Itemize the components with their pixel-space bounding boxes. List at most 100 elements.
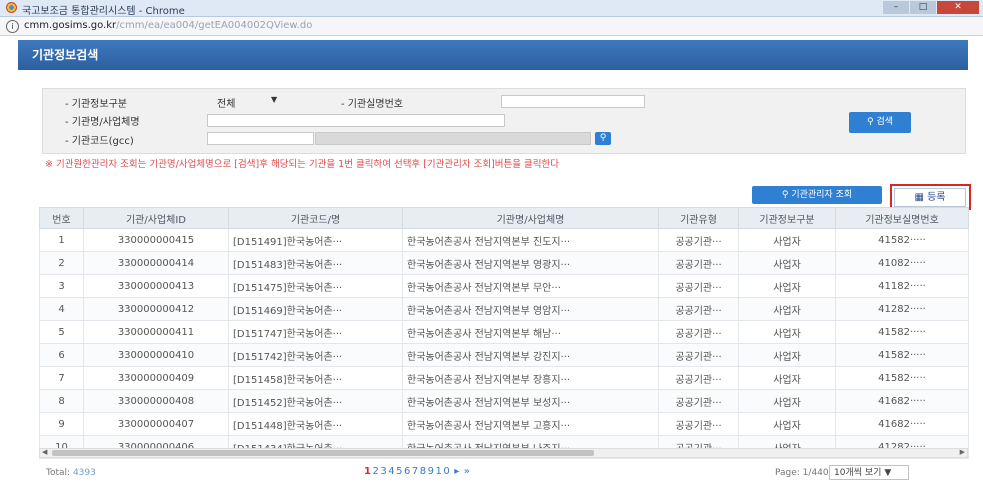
scrollbar-thumb[interactable] <box>52 450 594 456</box>
chevron-down-icon[interactable]: ▼ <box>271 95 277 104</box>
table-cell: 사업자 <box>738 297 836 321</box>
search-button[interactable]: ⚲ 검색 <box>849 112 911 133</box>
table-cell: [D151469]한국농어촌··· <box>228 297 403 321</box>
table-cell: 7 <box>39 366 84 390</box>
name-label: - 기관명/사업체명 <box>65 117 140 128</box>
browser-titlebar: 국고보조금 통합관리시스템 - Chrome – □ ✕ <box>0 0 983 17</box>
table-cell: 41582····· <box>835 366 969 390</box>
table-cell: 330000000415 <box>83 228 229 252</box>
table-cell: [D151483]한국농어촌··· <box>228 251 403 275</box>
table-cell: 330000000410 <box>83 343 229 367</box>
register-button[interactable]: ▦ 등록 <box>894 188 966 207</box>
table-cell: 41582····· <box>835 228 969 252</box>
table-cell: 사업자 <box>738 366 836 390</box>
page-link-7[interactable]: 7 <box>412 466 420 477</box>
table-cell: 사업자 <box>738 251 836 275</box>
page-link-5[interactable]: 5 <box>396 466 404 477</box>
table-cell: 2 <box>39 251 84 275</box>
col-header-type[interactable]: 기관유형 <box>658 207 739 229</box>
calendar-icon: ▦ <box>914 192 924 203</box>
table-cell: 8 <box>39 389 84 413</box>
table-cell: 사업자 <box>738 320 836 344</box>
minimize-button[interactable]: – <box>883 1 909 14</box>
table-cell: 330000000411 <box>83 320 229 344</box>
window-controls: – □ ✕ <box>883 1 979 14</box>
page-next-icon[interactable]: ▸ <box>454 466 461 477</box>
admin-lookup-button[interactable]: ⚲ 기관관리자 조회 <box>752 186 882 204</box>
table-cell: 사업자 <box>738 343 836 367</box>
admin-lookup-label: 기관관리자 조회 <box>791 190 853 200</box>
table-row[interactable]: 5 330000000411 [D151747]한국농어촌··· 한국농어촌공사 전남… <box>39 320 969 344</box>
total-label: Total: <box>46 468 71 478</box>
info-icon[interactable]: i <box>6 20 19 33</box>
page-last-icon[interactable]: » <box>464 466 472 477</box>
scroll-left-icon[interactable]: ◀ <box>42 448 47 456</box>
close-window-button[interactable]: ✕ <box>937 1 979 14</box>
table-cell: 330000000409 <box>83 366 229 390</box>
table-cell: 3 <box>39 274 84 298</box>
page-link-8[interactable]: 8 <box>420 466 428 477</box>
name-input[interactable] <box>207 114 505 127</box>
table-cell: 한국농어촌공사 전남지역본부 해남··· <box>402 320 659 344</box>
search-panel: - 기관정보구분 전체 ▼ - 기관실명번호 - 기관명/사업체명 - 기관코드… <box>42 88 966 154</box>
maximize-button[interactable]: □ <box>910 1 936 14</box>
gcc-code-input[interactable] <box>207 132 314 145</box>
table-row[interactable]: 4 330000000412 [D151469]한국농어촌··· 한국농어촌공사 전남… <box>39 297 969 321</box>
realname-input[interactable] <box>501 95 645 108</box>
page-link-10[interactable]: 10 <box>435 466 451 477</box>
table-row[interactable]: 9 330000000407 [D151448]한국농어촌··· 한국농어촌공사 전남… <box>39 412 969 436</box>
col-header-id[interactable]: 기관/사업체ID <box>83 207 229 229</box>
table-cell: 공공기관··· <box>658 320 739 344</box>
table-cell: 한국농어촌공사 전남지역본부 고흥지··· <box>402 412 659 436</box>
table-row[interactable]: 2 330000000414 [D151483]한국농어촌··· 한국농어촌공사 전남… <box>39 251 969 275</box>
table-row[interactable]: 1 330000000415 [D151491]한국농어촌··· 한국농어촌공사 전남… <box>39 228 969 252</box>
table-cell: 사업자 <box>738 228 836 252</box>
table-cell: 41582····· <box>835 343 969 367</box>
horizontal-scrollbar[interactable]: ◀ ▶ <box>39 448 968 458</box>
gcc-search-icon[interactable]: ⚲ <box>595 132 611 145</box>
table-row[interactable]: 8 330000000408 [D151452]한국농어촌··· 한국농어촌공사 전남… <box>39 389 969 413</box>
col-header-realname[interactable]: 기관정보실명번호 <box>835 207 969 229</box>
page-link-6[interactable]: 6 <box>404 466 412 477</box>
table-cell: 41682····· <box>835 412 969 436</box>
table-cell: 330000000413 <box>83 274 229 298</box>
col-header-no[interactable]: 번호 <box>39 207 84 229</box>
table-cell: 공공기관··· <box>658 274 739 298</box>
table-cell: 한국농어촌공사 전남지역본부 진도지··· <box>402 228 659 252</box>
col-header-code[interactable]: 기관코드/명 <box>228 207 403 229</box>
scroll-right-icon[interactable]: ▶ <box>960 448 965 456</box>
total-value: 4393 <box>72 468 96 478</box>
table-cell: [D151448]한국농어촌··· <box>228 412 403 436</box>
table-cell: 공공기관··· <box>658 297 739 321</box>
chevron-down-icon: ▼ <box>884 468 892 478</box>
table-cell: 330000000414 <box>83 251 229 275</box>
window-title: 국고보조금 통합관리시스템 - Chrome <box>22 6 185 17</box>
table-cell: [D151452]한국농어촌··· <box>228 389 403 413</box>
table-row[interactable]: 7 330000000409 [D151458]한국농어촌··· 한국농어촌공사 전남… <box>39 366 969 390</box>
page-link-4[interactable]: 4 <box>388 466 396 477</box>
page-title: 기관정보검색 <box>18 40 968 70</box>
table-cell: 41282····· <box>835 297 969 321</box>
table-header-row: 번호 기관/사업체ID 기관코드/명 기관명/사업체명 기관유형 기관정보구분 … <box>39 207 969 229</box>
table-cell: 41082····· <box>835 251 969 275</box>
table-row[interactable]: 6 330000000410 [D151742]한국농어촌··· 한국농어촌공사 전남… <box>39 343 969 367</box>
col-header-category[interactable]: 기관정보구분 <box>738 207 836 229</box>
page-size-select[interactable]: 10개씩 보기 ▼ <box>829 465 909 480</box>
table-row[interactable]: 3 330000000413 [D151475]한국농어촌··· 한국농어촌공사 전남… <box>39 274 969 298</box>
table-cell: 1 <box>39 228 84 252</box>
url-text[interactable]: cmm.gosims.go.kr/cmm/ea/ea004/getEA00400… <box>24 20 312 31</box>
search-icon: ⚲ <box>781 190 789 200</box>
table-cell: 5 <box>39 320 84 344</box>
table-cell: 한국농어촌공사 전남지역본부 영암지··· <box>402 297 659 321</box>
table-cell: 41182····· <box>835 274 969 298</box>
realname-label: - 기관실명번호 <box>341 99 403 110</box>
table-cell: 한국농어촌공사 전남지역본부 영광지··· <box>402 251 659 275</box>
address-bar[interactable]: i cmm.gosims.go.kr/cmm/ea/ea004/getEA004… <box>0 17 983 36</box>
table-cell: [D151742]한국농어촌··· <box>228 343 403 367</box>
col-header-name[interactable]: 기관명/사업체명 <box>402 207 659 229</box>
gcc-label: - 기관코드(gcc) <box>65 136 134 147</box>
table-cell: 6 <box>39 343 84 367</box>
table-cell: 한국농어촌공사 전남지역본부 보성지··· <box>402 389 659 413</box>
type-select-value[interactable]: 전체 <box>217 95 235 110</box>
results-table: 번호 기관/사업체ID 기관코드/명 기관명/사업체명 기관유형 기관정보구분 … <box>39 207 969 459</box>
